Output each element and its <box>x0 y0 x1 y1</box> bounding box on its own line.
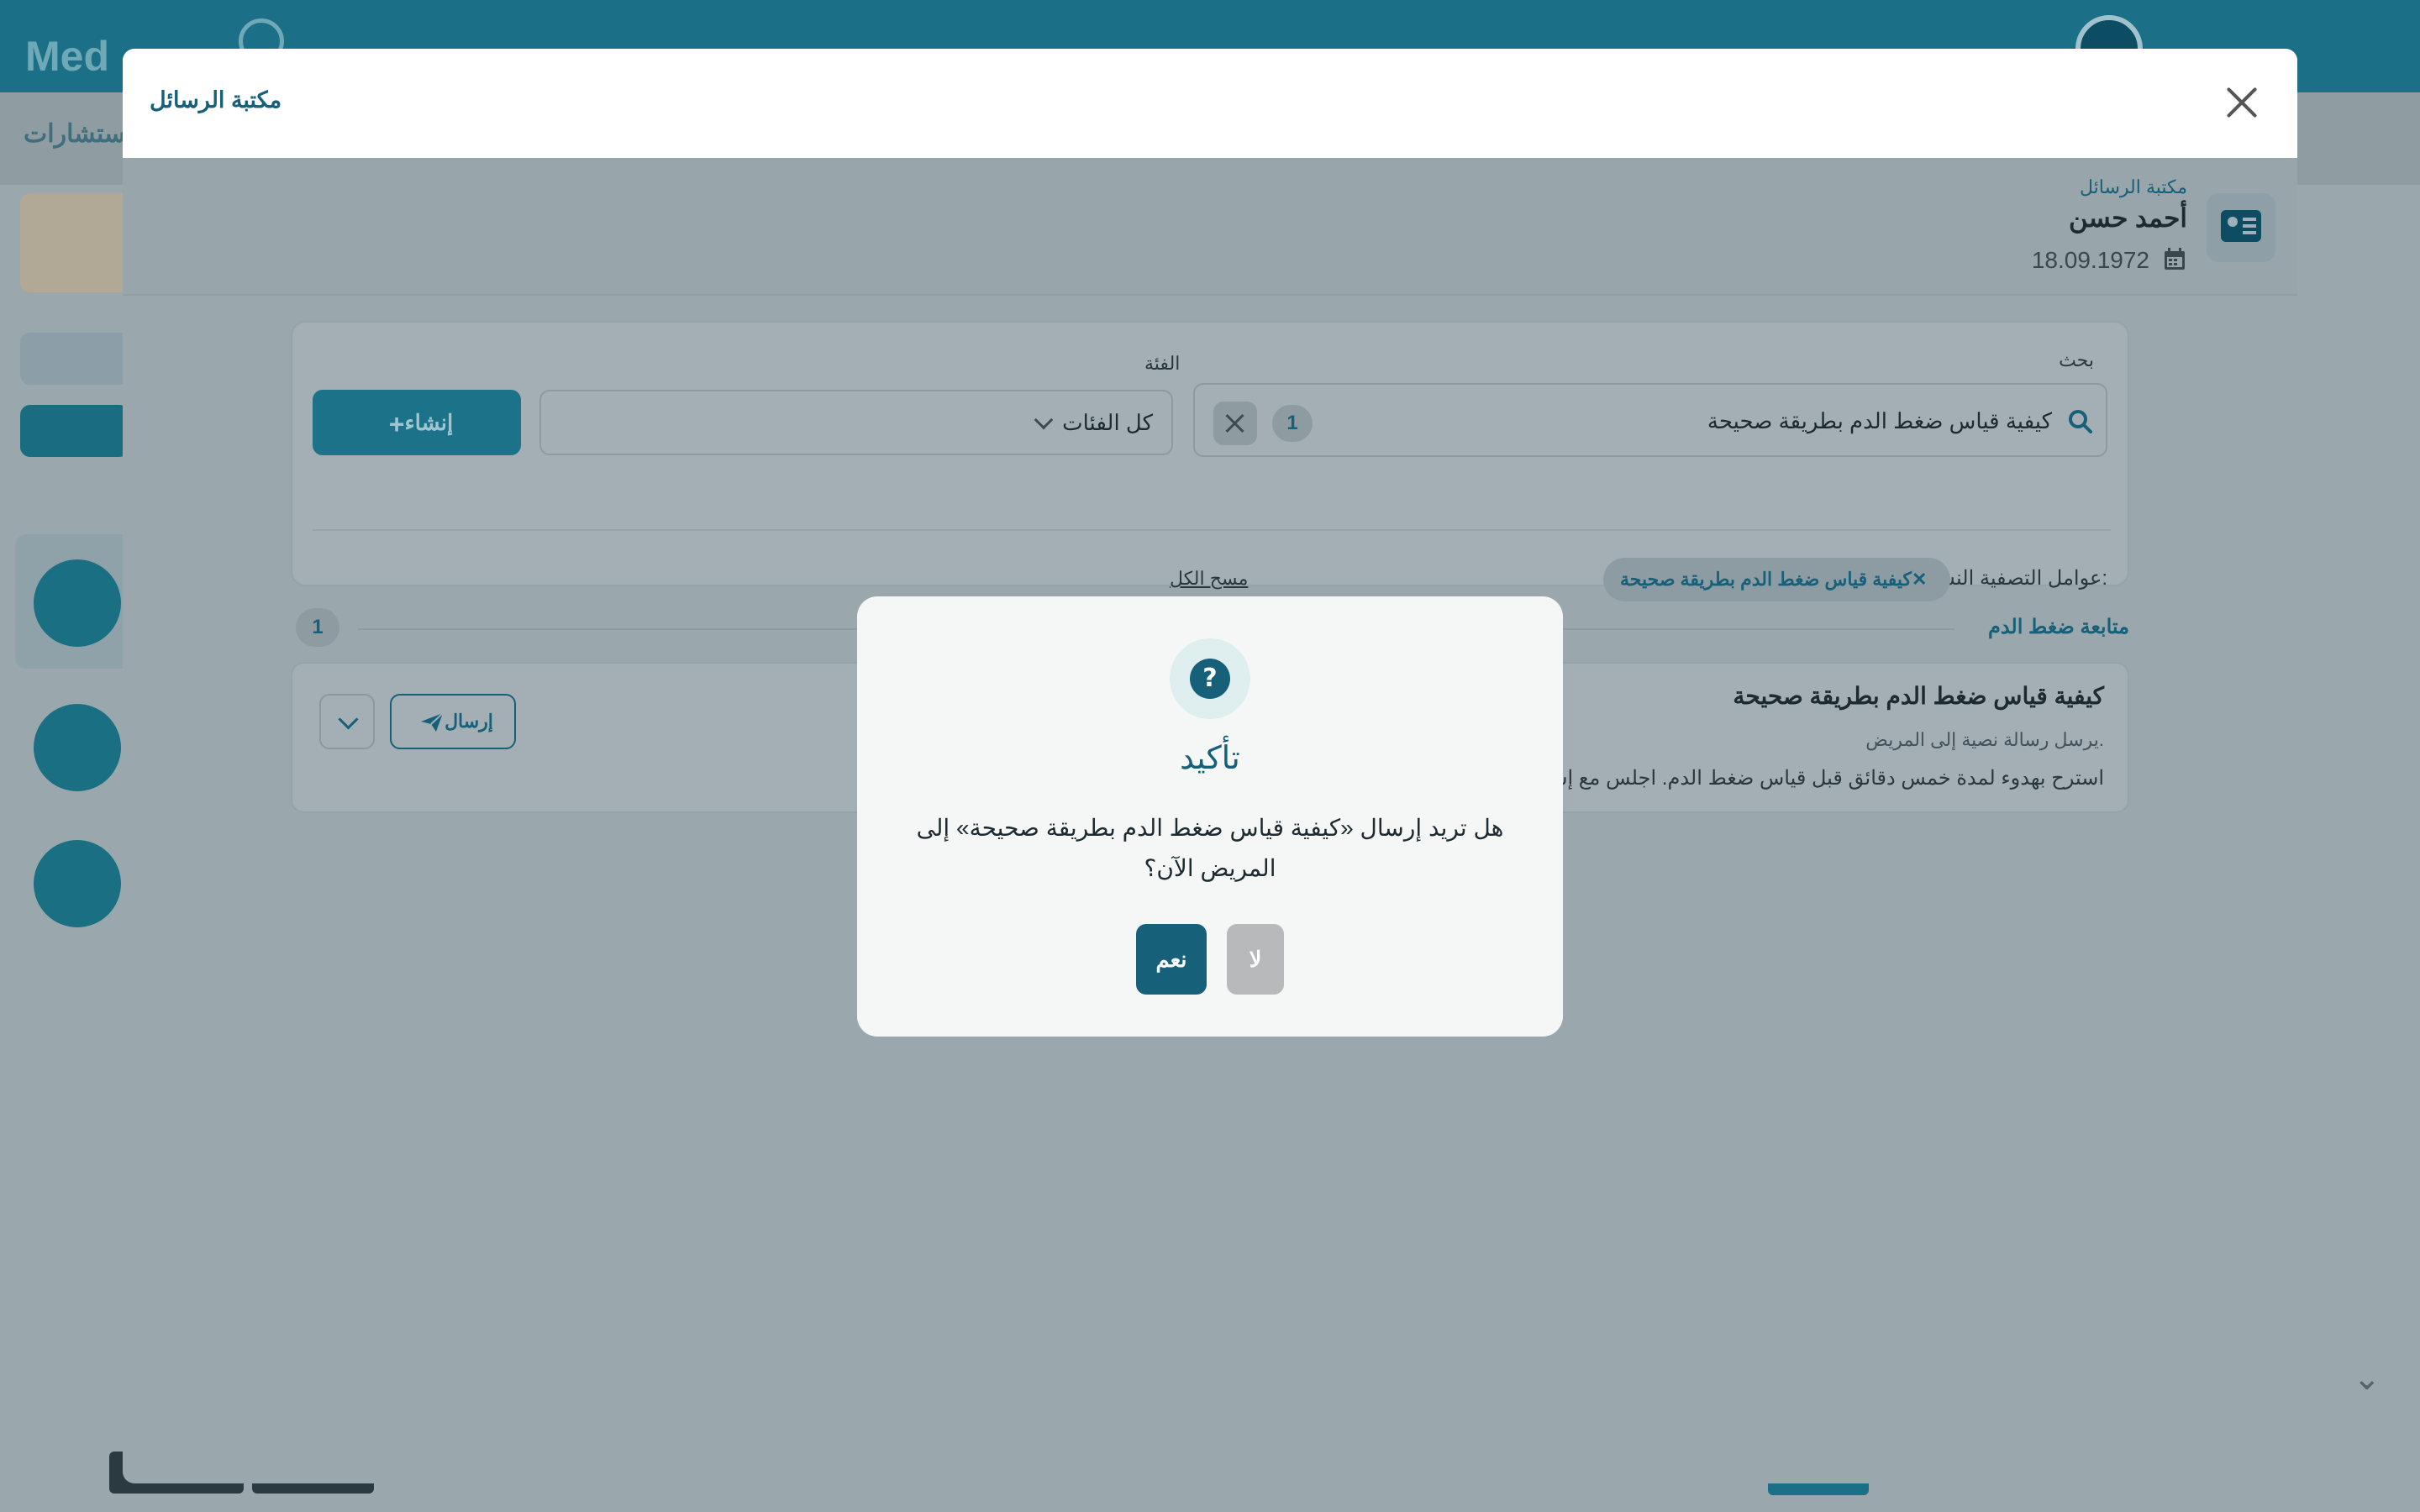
message-subtitle: يرسل رسالة نصية إلى المريض. <box>1865 729 2104 750</box>
patient-avatar-icon[interactable] <box>34 559 121 647</box>
message-title: كيفية قياس ضغط الدم بطريقة صحيحة <box>1733 683 2104 709</box>
question-icon: ? <box>1190 659 1230 699</box>
modal-header: مكتبة الرسائل <box>123 49 2297 158</box>
divider <box>313 529 2111 531</box>
category-label: الفئة <box>1144 353 1181 374</box>
search-value: كيفية قياس ضغط الدم بطريقة صحيحة <box>1707 408 2052 433</box>
clear-all-link[interactable]: مسح الكل <box>1170 568 1248 590</box>
search-result-count: 1 <box>1272 405 1313 442</box>
group-title: متابعة ضغط الدم <box>1987 616 2129 638</box>
close-icon[interactable] <box>2218 79 2265 126</box>
search-input[interactable]: كيفية قياس ضغط الدم بطريقة صحيحة 1 <box>1193 383 2107 457</box>
send-label: إرسال <box>445 711 493 732</box>
modal-title: مكتبة الرسائل <box>150 87 282 113</box>
category-value: كل الفئات <box>1062 410 1153 435</box>
category-select[interactable]: كل الفئات <box>539 390 1173 455</box>
patient-name: أحمد حسن <box>2069 203 2187 233</box>
patient-section-label: مكتبة الرسائل <box>2080 176 2187 197</box>
search-label: بحث <box>2059 349 2094 370</box>
patient-avatar-icon[interactable] <box>34 840 121 927</box>
calendar-icon <box>2165 248 2185 270</box>
background-note <box>20 193 129 292</box>
background-tab-active[interactable] <box>20 405 129 457</box>
plus-icon: + <box>388 409 405 440</box>
id-card-icon <box>2207 193 2275 262</box>
group-count-badge: 1 <box>296 608 339 647</box>
send-button[interactable]: إرسال <box>390 694 516 749</box>
clear-search-icon[interactable] <box>1213 402 1257 445</box>
confirm-dialog: ? تأكيد هل تريد إرسال «كيفية قياس ضغط ال… <box>857 596 1563 1037</box>
filter-panel: بحث كيفية قياس ضغط الدم بطريقة صحيحة 1 ا… <box>291 321 2129 601</box>
message-preview: استرح بهدوء لمدة خمس دقائق قبل قياس ضغط … <box>1529 767 2104 790</box>
confirm-message: هل تريد إرسال «كيفية قياس ضغط الدم بطريق… <box>916 815 1504 881</box>
chevron-down-icon <box>1034 410 1054 430</box>
confirm-title: تأكيد <box>1180 741 1240 776</box>
patient-dob: 18.09.1972 <box>2031 247 2149 273</box>
background-pill[interactable] <box>20 333 129 385</box>
search-icon <box>2069 410 2092 433</box>
active-filter-chip[interactable]: كيفية قياس ضغط الدم بطريقة صحيحة✕ <box>1603 558 1951 601</box>
app-logo: Med <box>25 33 109 80</box>
chevron-down-icon[interactable]: ⌄ <box>2353 1359 2381 1398</box>
confirm-no-button[interactable]: لا <box>1227 924 1284 995</box>
paper-plane-icon <box>421 712 444 732</box>
confirm-yes-button[interactable]: نعم <box>1136 924 1207 995</box>
remove-filter-icon[interactable]: ✕ <box>1912 569 1927 590</box>
patient-header <box>123 158 2297 296</box>
create-label: إنشاء <box>404 410 454 435</box>
question-icon-wrap: ? <box>1170 638 1250 719</box>
expand-chevron-icon[interactable] <box>319 694 375 749</box>
active-filter-text: كيفية قياس ضغط الدم بطريقة صحيحة <box>1620 569 1912 590</box>
create-button[interactable]: +إنشاء <box>313 390 521 455</box>
patient-avatar-icon[interactable] <box>34 704 121 791</box>
